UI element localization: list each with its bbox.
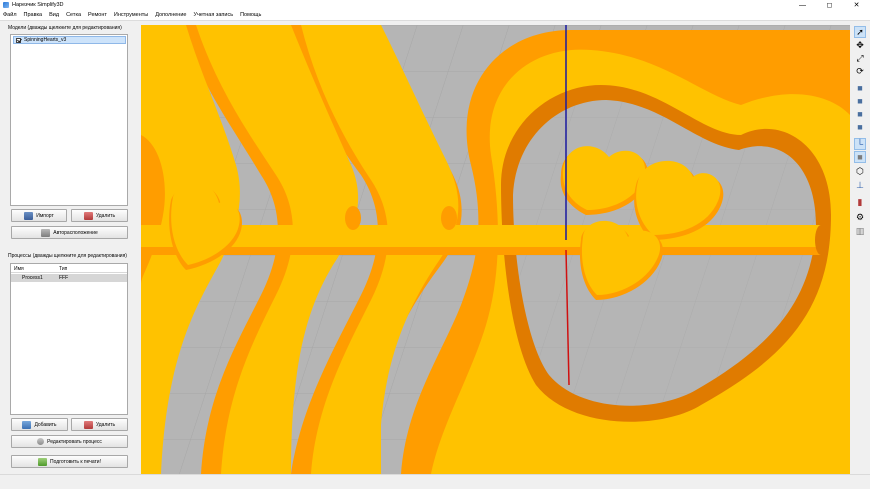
support-icon[interactable]: ⊥ xyxy=(854,179,866,191)
models-list[interactable]: SpinningHearts_v3 xyxy=(10,34,128,206)
autoarrange-button[interactable]: Авторасположение xyxy=(11,226,128,239)
delete-process-button[interactable]: Удалить xyxy=(71,418,128,431)
select-icon[interactable]: ➚ xyxy=(854,26,866,38)
processes-label: Процессы (дважды щелкните для редактиров… xyxy=(8,253,127,259)
axes-icon[interactable]: └ xyxy=(854,138,866,150)
add-process-button[interactable]: Добавить xyxy=(11,418,68,431)
process-type: FFF xyxy=(59,275,69,281)
status-bar xyxy=(0,474,870,489)
rotate-icon[interactable]: ⟳ xyxy=(854,65,866,77)
process-row[interactable]: Process1 FFF xyxy=(11,274,127,282)
move-icon[interactable]: ✥ xyxy=(854,39,866,51)
menu-account[interactable]: Учетная запись xyxy=(193,12,233,18)
minimize-button[interactable]: — xyxy=(789,0,816,10)
process-name: Process1 xyxy=(22,275,43,281)
settings-icon[interactable]: ⚙ xyxy=(854,211,866,223)
3d-viewport[interactable] xyxy=(141,25,850,474)
delete-model-button[interactable]: Удалить xyxy=(71,209,128,222)
model-render[interactable] xyxy=(141,25,850,474)
menu-file[interactable]: Файл xyxy=(3,12,17,18)
view-front-icon[interactable]: ■ xyxy=(854,82,866,94)
view-side-icon[interactable]: ■ xyxy=(854,108,866,120)
model-checkbox[interactable] xyxy=(16,37,21,43)
menu-addons[interactable]: Дополнение xyxy=(155,12,186,18)
menu-tools[interactable]: Инструменты xyxy=(114,12,148,18)
import-button[interactable]: Импорт xyxy=(11,209,67,222)
edit-process-icon xyxy=(37,438,45,445)
processes-header: Имя Тип xyxy=(11,264,127,273)
model-item[interactable]: SpinningHearts_v3 xyxy=(13,36,126,44)
scale-icon[interactable]: ⤢ xyxy=(854,52,866,64)
menu-edit[interactable]: Правка xyxy=(24,12,43,18)
menu-view[interactable]: Вид xyxy=(49,12,59,18)
title-bar: Нарезчик Simplify3D — ◻ ✕ xyxy=(0,0,870,10)
delete-icon xyxy=(83,211,93,220)
menu-repair[interactable]: Ремонт xyxy=(88,12,107,18)
left-panel: Модели (дважды щелкните для редактирован… xyxy=(0,22,141,474)
column-name: Имя xyxy=(14,266,24,272)
import-icon xyxy=(24,211,34,220)
menu-help[interactable]: Помощь xyxy=(240,12,261,18)
view-top-icon[interactable]: ■ xyxy=(854,95,866,107)
add-icon xyxy=(22,420,32,429)
layers-icon[interactable]: ▥ xyxy=(854,225,866,237)
delete-icon xyxy=(83,420,93,429)
models-label: Модели (дважды щелкните для редактирован… xyxy=(8,25,122,31)
right-toolbar: ➚ ✥ ⤢ ⟳ ■ ■ ■ ■ └ ■ ⬡ ⊥ ▮ ⚙ ▥ xyxy=(850,22,870,474)
menu-mesh[interactable]: Сетка xyxy=(66,12,81,18)
model-name: SpinningHearts_v3 xyxy=(24,37,67,43)
menu-bar: Файл Правка Вид Сетка Ремонт Инструменты… xyxy=(0,10,870,21)
maximize-button[interactable]: ◻ xyxy=(816,0,843,10)
processes-list[interactable]: Имя Тип Process1 FFF xyxy=(10,263,128,415)
autoarrange-icon xyxy=(41,228,51,237)
prepare-to-print-button[interactable]: Подготовить к печати! xyxy=(11,455,128,468)
view-iso-icon[interactable]: ■ xyxy=(854,121,866,133)
cube-icon[interactable]: ■ xyxy=(854,151,866,163)
column-type: Тип xyxy=(59,266,68,272)
cut-icon[interactable]: ▮ xyxy=(854,196,866,208)
edit-process-button[interactable]: Редактировать процесс xyxy=(11,435,128,448)
app-icon xyxy=(3,2,9,8)
prepare-icon xyxy=(38,457,48,466)
wireframe-icon[interactable]: ⬡ xyxy=(854,165,866,177)
window-title: Нарезчик Simplify3D xyxy=(12,2,64,8)
close-button[interactable]: ✕ xyxy=(843,0,870,10)
